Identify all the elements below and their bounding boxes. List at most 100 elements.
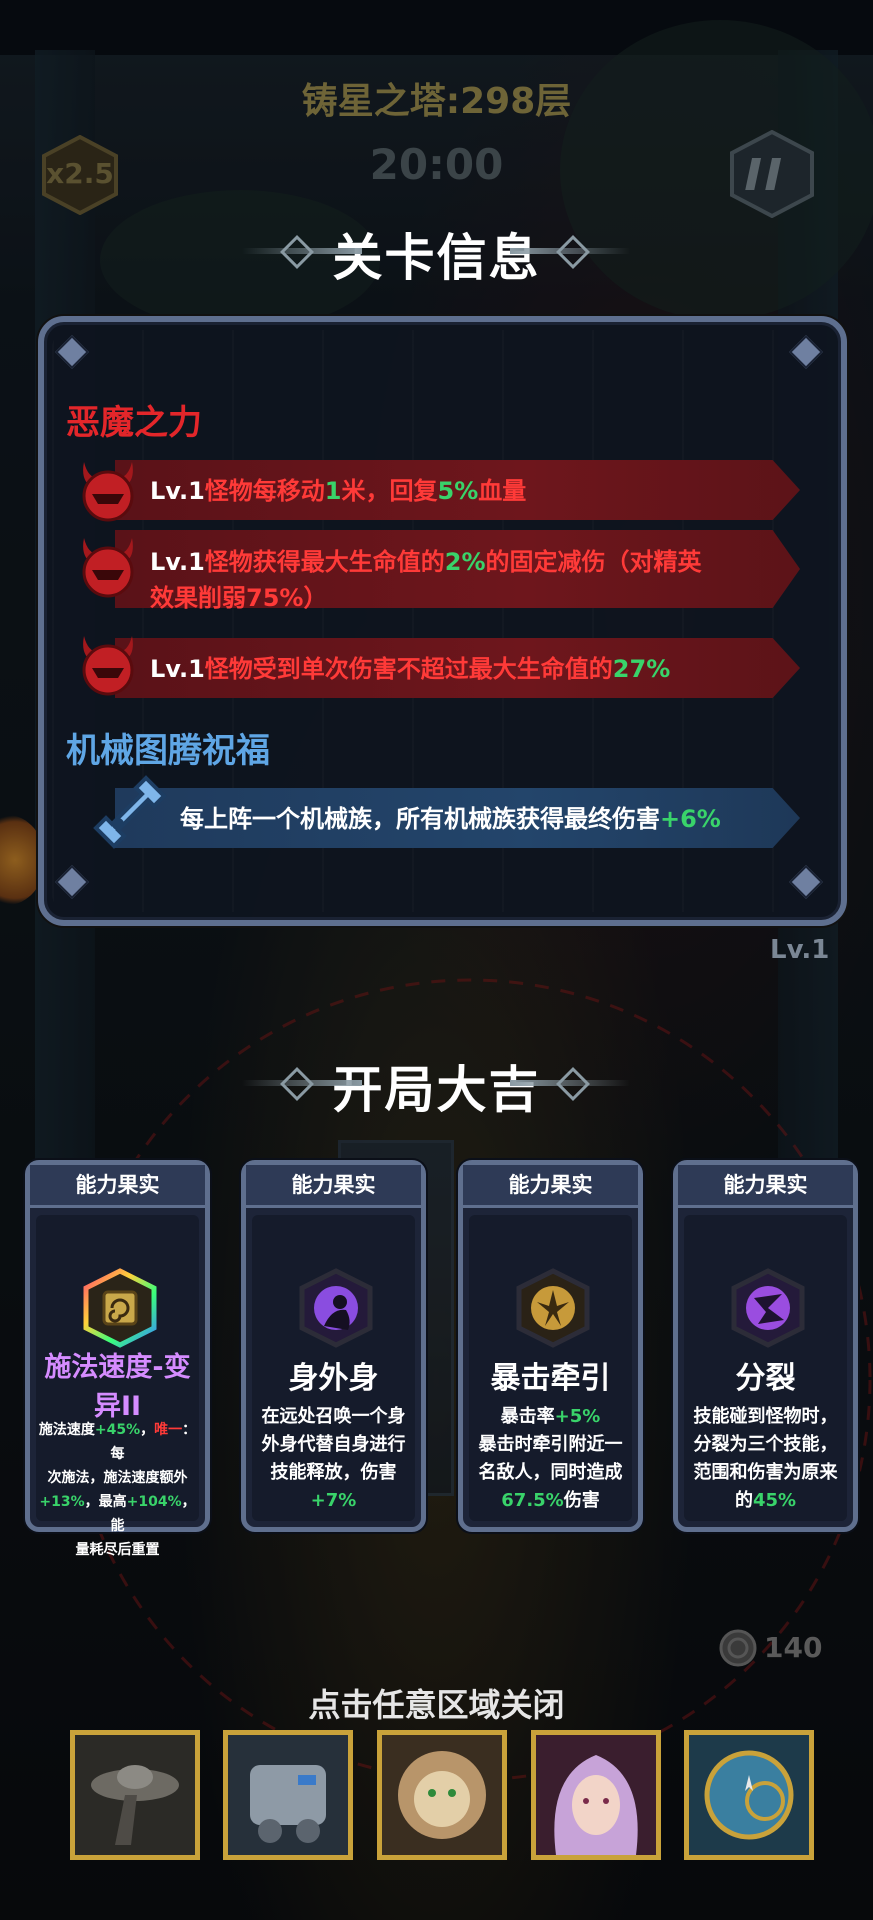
desc-line: +7%	[250, 1487, 417, 1515]
card-description: 在远处召唤一个身 外身代替自身进行 技能释放，伤害 +7%	[250, 1403, 417, 1515]
effect-text: 的固定减伤（对精英	[485, 548, 702, 576]
desc-value: +104%	[126, 1494, 182, 1510]
desc-line: 技能释放，伤害	[250, 1459, 417, 1487]
demon-helmet-icon	[82, 636, 134, 696]
desc-line: 量耗尽后重置	[34, 1538, 201, 1562]
card-name-line: 施法速度-变	[44, 1352, 191, 1383]
ability-card-cast-speed[interactable]: 能力果实 施法速度-变 异II 施法速度+45%，唯一：每 次施法，施法速度额外…	[25, 1160, 210, 1558]
desc-text: 施法速度	[38, 1422, 95, 1438]
desc-line: 分裂为三个技能，	[682, 1431, 849, 1459]
card-description: 施法速度+45%，唯一：每 次施法，施法速度额外 +13%，最高+104%，能 …	[34, 1418, 201, 1562]
desc-text: 伤害	[563, 1490, 600, 1511]
card-description: 暴击率+5% 暴击时牵引附近一 名敌人，同时造成 67.5%伤害	[467, 1403, 634, 1515]
hero-slot-1[interactable]	[70, 1730, 200, 1860]
level-label: Lv.1	[150, 548, 205, 576]
demon-helmet-icon	[82, 462, 134, 522]
demon-effect-3: Lv.1怪物受到单次伤害不超过最大生命值的27%	[150, 652, 670, 686]
mech-blessing-effect: 每上阵一个机械族，所有机械族获得最终伤害+6%	[180, 802, 721, 836]
coin-icon	[719, 1629, 757, 1667]
card-name: 暴击牵引	[490, 1361, 611, 1396]
card-name: 施法速度-变 异II	[30, 1345, 205, 1423]
level-label: Lv.1	[150, 477, 205, 505]
desc-text: 的	[734, 1490, 753, 1511]
effect-text: 米，回复	[341, 477, 438, 505]
speed-label: x2.5	[46, 157, 114, 190]
desc-line: 次施法，施法速度额外	[34, 1466, 201, 1490]
shadow-clone-icon	[299, 1268, 373, 1348]
card-name: 分裂	[735, 1361, 796, 1396]
close-hint[interactable]: 点击任意区域关闭	[0, 1680, 873, 1726]
lucky-start-title: 开局大吉	[332, 1061, 541, 1119]
effect-text: 血量	[478, 477, 527, 505]
lucky-start-heading: 开局大吉	[0, 1050, 873, 1122]
desc-value: 67.5%	[501, 1490, 564, 1511]
card-header: 能力果实	[246, 1165, 421, 1208]
desc-text: 量耗尽后重置	[75, 1542, 160, 1558]
speed-button[interactable]: x2.5	[40, 134, 120, 216]
heading-ornament-right	[510, 1080, 630, 1086]
desc-value: +7%	[310, 1490, 357, 1511]
crit-pull-icon	[516, 1268, 590, 1348]
desc-text: ，最高	[84, 1494, 127, 1510]
split-shard-icon	[731, 1268, 805, 1348]
desc-line: 范围和伤害为原来	[682, 1459, 849, 1487]
desc-text: 在远处召唤一个身	[261, 1406, 406, 1427]
card-header: 能力果实	[30, 1165, 205, 1208]
desc-text: 技能碰到怪物时，	[693, 1406, 838, 1427]
heading-diamond-left	[280, 235, 314, 269]
mech-effect-value: +6%	[660, 805, 721, 833]
stage-info-title: 关卡信息	[332, 229, 541, 287]
hero-slot-5[interactable]	[684, 1730, 814, 1860]
desc-text: 范围和伤害为原来	[693, 1462, 838, 1483]
mech-blessing-title: 机械图腾祝福	[66, 731, 270, 771]
pause-icon	[730, 129, 814, 219]
card-header: 能力果实	[678, 1165, 853, 1208]
hero-slot-2[interactable]	[223, 1730, 353, 1860]
effect-value: 5%	[437, 477, 479, 505]
desc-unique: 唯一	[154, 1422, 183, 1438]
card-name: 身外身	[288, 1361, 379, 1396]
clockwork-hero-icon	[689, 1735, 809, 1855]
hero-slot-4[interactable]	[531, 1730, 661, 1860]
effect-text: 怪物受到单次伤害不超过最大生命值的	[204, 655, 613, 683]
scroll-spiral-icon	[83, 1268, 157, 1348]
card-header: 能力果实	[463, 1165, 638, 1208]
desc-line: 暴击率+5%	[467, 1403, 634, 1431]
ufo-hero-icon	[75, 1735, 195, 1855]
card-description: 技能碰到怪物时， 分裂为三个技能， 范围和伤害为原来 的45%	[682, 1403, 849, 1515]
desc-text: 技能释放，伤害	[270, 1462, 397, 1483]
desc-value: 45%	[752, 1490, 797, 1511]
desc-line: 名敌人，同时造成	[467, 1459, 634, 1487]
wrench-icon	[93, 775, 167, 849]
demon-helmet-icon	[82, 538, 134, 598]
level-tag: Lv.1	[770, 935, 830, 965]
desc-value: +13%	[39, 1494, 85, 1510]
mech-hero-icon	[228, 1735, 348, 1855]
desc-text: 暴击率	[500, 1406, 555, 1427]
desc-text: 名敌人，同时造成	[478, 1462, 623, 1483]
desc-line: 暴击时牵引附近一	[467, 1431, 634, 1459]
effect-value: 1	[324, 477, 342, 505]
ability-card-split[interactable]: 能力果实 分裂 技能碰到怪物时， 分裂为三个技能， 范围和伤害为原来 的45%	[673, 1160, 858, 1532]
coin-counter: 140	[718, 1625, 828, 1671]
effect-value: 2%	[444, 548, 486, 576]
desc-text: ，	[140, 1422, 155, 1438]
ability-card-crit-pull[interactable]: 能力果实 暴击牵引 暴击率+5% 暴击时牵引附近一 名敌人，同时造成 67.5%…	[458, 1160, 643, 1532]
ability-card-clone[interactable]: 能力果实 身外身 在远处召唤一个身 外身代替自身进行 技能释放，伤害 +7%	[241, 1160, 426, 1532]
desc-text: 外身代替自身进行	[261, 1434, 406, 1455]
desc-line: 施法速度+45%，唯一：每	[34, 1418, 201, 1466]
pause-button[interactable]	[728, 129, 816, 219]
desc-line: +13%，最高+104%，能	[34, 1490, 201, 1538]
heading-ornament-right	[510, 248, 630, 254]
effect-text: 怪物获得最大生命值的	[204, 548, 445, 576]
hero-slot-3[interactable]	[377, 1730, 507, 1860]
tower-floor-title: 铸星之塔:298层	[301, 81, 572, 122]
desc-text: 暴击时牵引附近一	[478, 1434, 623, 1455]
coin-amount: 140	[764, 1631, 823, 1664]
demon-effect-1: Lv.1怪物每移动1米，回复5%血量	[150, 474, 526, 508]
desc-text: 分裂为三个技能，	[693, 1434, 838, 1455]
sorceress-hero-icon	[536, 1735, 656, 1855]
lion-hero-icon	[382, 1735, 502, 1855]
desc-line: 技能碰到怪物时，	[682, 1403, 849, 1431]
desc-line: 67.5%伤害	[467, 1487, 634, 1515]
